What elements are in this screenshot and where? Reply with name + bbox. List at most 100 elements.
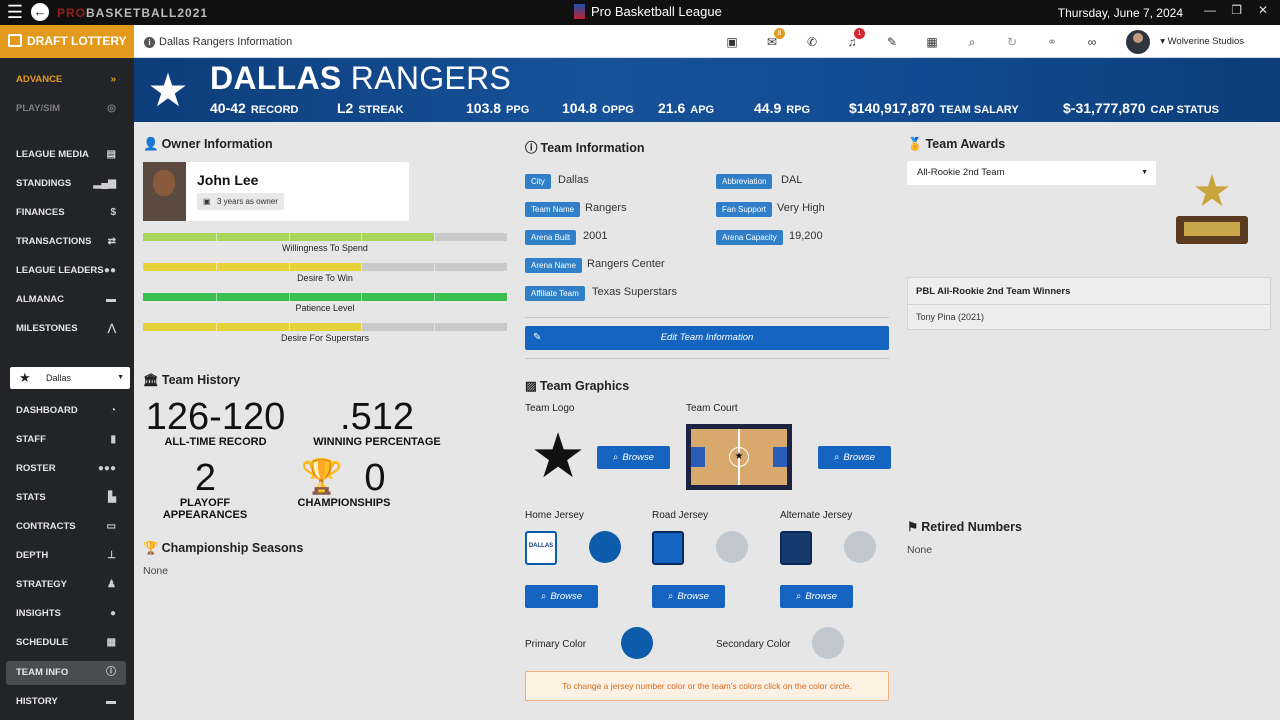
home-jersey[interactable]: DALLAS <box>525 531 557 565</box>
sidebar-item-finances[interactable]: FINANCES $ <box>6 201 126 225</box>
owner-trait-fill <box>143 293 507 301</box>
center-star-icon: ★ <box>729 447 749 467</box>
sidebar-item-almanac[interactable]: ALMANAC ▬ <box>6 288 126 312</box>
alternate-jersey[interactable] <box>780 531 812 565</box>
strategy-icon: ♟ <box>107 579 116 590</box>
road-jersey[interactable] <box>652 531 684 565</box>
user-menu[interactable]: ▾ Wolverine Studios <box>1160 36 1244 47</box>
arena-name-value: Rangers Center <box>587 258 665 270</box>
user-icon: 👤 <box>143 137 159 151</box>
road-jersey-color-circle[interactable] <box>716 531 748 563</box>
close-icon[interactable]: ✕ <box>1258 3 1268 17</box>
arena-built-key: Arena Built <box>525 230 577 245</box>
draft-lottery-button[interactable]: DRAFT LOTTERY <box>0 25 134 58</box>
money-icon: ▭ <box>106 521 116 532</box>
city-value: Dallas <box>558 174 589 186</box>
team-star-icon: ★ <box>19 370 31 385</box>
sidebar-item-milestones[interactable]: MILESTONES ⋀ <box>6 317 126 341</box>
trophy-icon: 🏆 <box>300 458 344 496</box>
browse-court-button[interactable]: ⌕ Browse <box>818 446 891 469</box>
road-icon: ⋀ <box>107 323 116 334</box>
owner-heading: 👤 Owner Information <box>143 137 273 151</box>
owner-name: John Lee <box>197 172 259 188</box>
sidebar-item-schedule[interactable]: SCHEDULE ▦ <box>6 631 126 655</box>
alternate-jersey-color-circle[interactable] <box>844 531 876 563</box>
gauge-icon: ◔ <box>109 405 116 416</box>
sidebar-item-transactions[interactable]: TRANSACTIONS ⇄ <box>6 230 126 254</box>
menu-icon[interactable]: ☰ <box>4 1 26 23</box>
court-key-right <box>773 447 787 467</box>
briefcase-icon[interactable]: ▣ <box>724 34 740 50</box>
restore-icon[interactable]: ❐ <box>1231 3 1242 17</box>
championships-label: CHAMPIONSHIPS <box>297 497 391 509</box>
avatar[interactable] <box>1126 30 1150 54</box>
search-icon: ⌕ <box>612 452 619 463</box>
sidebar-item-insights[interactable]: INSIGHTS ● <box>6 602 126 626</box>
championship-seasons-value: None <box>143 565 169 577</box>
team-awards-heading: 🏅 Team Awards <box>907 137 1006 151</box>
bar-segment <box>215 323 217 331</box>
sidebar-item-strategy[interactable]: STRATEGY ♟ <box>6 573 126 597</box>
home-jersey-color-circle[interactable] <box>589 531 621 563</box>
sidebar-item-staff[interactable]: STAFF ▮ <box>6 428 126 452</box>
sidebar-item-league-leaders[interactable]: LEAGUE LEADERS ●● <box>6 259 126 283</box>
sidebar-item-history[interactable]: HISTORY ▬ <box>6 690 126 714</box>
back-button[interactable]: ← <box>31 3 49 21</box>
minimize-icon[interactable]: — <box>1204 3 1216 17</box>
sidebar-item-play-sim[interactable]: PLAY/SIM ◎ <box>6 97 126 121</box>
championships-value: 0 <box>364 457 386 499</box>
secondary-color-circle[interactable] <box>812 627 844 659</box>
sidebar-item-roster[interactable]: ROSTER ●●● <box>6 457 126 481</box>
color-tip-notice: To change a jersey number color or the t… <box>525 671 889 701</box>
calendar-check-icon[interactable]: ▦ <box>924 34 940 50</box>
edit-icon: ✎ <box>533 332 542 343</box>
team-court-image: ★ <box>686 424 792 490</box>
handshake-icon[interactable]: ⚭ <box>1044 34 1060 50</box>
apg-stat: 21.6 APG <box>658 100 715 116</box>
bar-segment <box>288 233 290 241</box>
arena-name-key: Arena Name <box>525 258 582 273</box>
sidebar-item-stats[interactable]: STATS ▙ <box>6 486 126 510</box>
bell-icon[interactable]: ♫ 1 <box>844 28 865 50</box>
chart-icon: ▙ <box>108 492 116 503</box>
info-icon: i <box>144 37 155 48</box>
team-logo-image: ★ <box>530 422 586 491</box>
search-icon: ⌕ <box>833 452 840 463</box>
sidebar-item-contracts[interactable]: CONTRACTS ▭ <box>6 515 126 539</box>
phone-icon[interactable]: ✆ <box>804 34 820 50</box>
mail-icon[interactable]: ✉ 8 <box>764 28 785 50</box>
sidebar-item-advance[interactable]: ADVANCE» <box>6 68 126 92</box>
sidebar-item-league-media[interactable]: LEAGUE MEDIA ▤ <box>6 143 126 167</box>
streak-stat: L2 STREAK <box>337 100 404 116</box>
ppg-stat: 103.8 PPG <box>466 100 530 116</box>
search-icon[interactable]: ⌕ <box>964 34 980 50</box>
alltime-record-label: ALL-TIME RECORD <box>164 436 267 448</box>
browse-logo-button[interactable]: ⌕ Browse <box>597 446 670 469</box>
arena-built-value: 2001 <box>583 230 608 242</box>
image-icon: ▨ <box>525 379 537 393</box>
team-select[interactable]: ★ Dallas ▼ <box>10 367 130 389</box>
binoculars-icon[interactable]: ∞ <box>1084 34 1100 50</box>
sidebar-item-dashboard[interactable]: DASHBOARD ◔ <box>6 399 126 423</box>
sidebar-item-team-info[interactable]: TEAM INFO ⓘ <box>6 661 126 685</box>
info-icon: ⓘ <box>106 667 116 678</box>
bar-segment <box>434 263 436 271</box>
affiliate-key: Affiliate Team <box>525 286 585 301</box>
edit-icon[interactable]: ✎ <box>884 34 900 50</box>
title-bar: ☰ ← PROBASKETBALL2021 Pro Basketball Lea… <box>0 0 1280 25</box>
primary-color-circle[interactable] <box>621 627 653 659</box>
refresh-icon[interactable]: ↻ <box>1004 34 1020 50</box>
owner-years-badge: ▣ 3 years as owner <box>197 193 284 210</box>
sidebar-item-depth[interactable]: DEPTH ⊥ <box>6 544 126 568</box>
owner-trait-bar <box>143 233 507 241</box>
award-select[interactable]: All-Rookie 2nd Team ▼ <box>907 161 1156 185</box>
record-stat: 40-42 RECORD <box>210 100 299 116</box>
edit-team-info-button[interactable]: ✎ Edit Team Information <box>525 326 889 350</box>
bar-segment <box>361 263 363 271</box>
browse-alternate-jersey-button[interactable]: ⌕ Browse <box>780 585 853 608</box>
browse-home-jersey-button[interactable]: ⌕ Browse <box>525 585 598 608</box>
fast-forward-icon: » <box>110 74 116 85</box>
owner-trait-label: Desire For Superstars <box>280 333 370 343</box>
browse-road-jersey-button[interactable]: ⌕ Browse <box>652 585 725 608</box>
sidebar-item-standings[interactable]: STANDINGS ▂▄▆ <box>6 172 126 196</box>
